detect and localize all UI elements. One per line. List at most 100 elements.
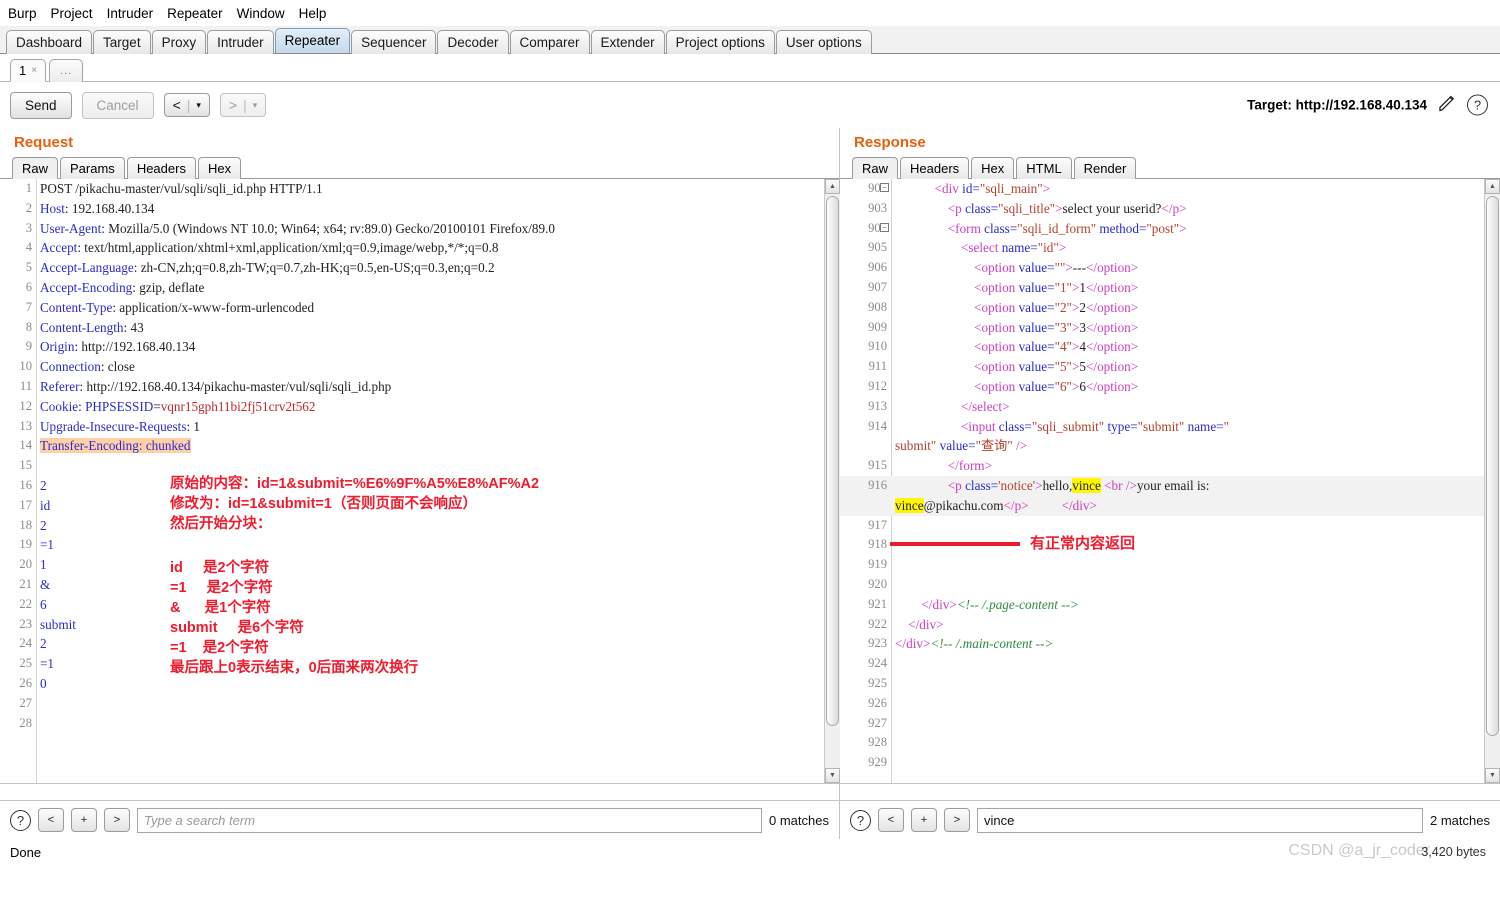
line-number: 25 [19,656,32,671]
help-icon[interactable]: ? [1467,94,1488,116]
go-back-button[interactable]: < | ▾ [163,93,210,117]
code-line: 21 & [0,575,824,595]
code-line: 14 Transfer-Encoding: chunked [0,436,824,456]
line-number: 921 [868,596,887,611]
menu-item-repeater[interactable]: Repeater [167,6,223,21]
close-icon[interactable]: × [31,60,37,82]
add-repeater-tab-button[interactable]: ... [49,59,84,82]
request-search-input[interactable] [137,807,763,833]
line-number: 923 [868,636,887,651]
chevron-down-icon[interactable]: ▾ [196,100,201,111]
main-tab-target[interactable]: Target [93,30,151,54]
code-token: </div> [921,596,957,612]
help-icon[interactable]: ? [850,809,871,831]
code-token: @pikachu.com [923,497,1004,513]
find-next-button[interactable]: > [944,808,970,832]
code-line: 2 Host: 192.168.40.134 [0,199,824,219]
repeater-tab-1[interactable]: 1 × [10,59,47,82]
code-token: class= [965,477,999,493]
request-tab-hex[interactable]: Hex [197,157,242,179]
code-token: <p [947,200,966,216]
scroll-down-icon[interactable]: ▼ [825,768,840,783]
line-number: 906 [868,260,887,275]
response-tab-headers[interactable]: Headers [900,157,970,179]
response-code[interactable]: 902− <div id="sqli_main"> 903 <p class="s… [840,179,1484,783]
help-icon[interactable]: ? [10,809,31,831]
find-prev-button[interactable]: < [878,808,904,832]
code-token: </option> [1085,378,1139,394]
code-token: > [1179,220,1187,236]
code-token: Accept-Language [40,260,134,276]
code-line: 6 Accept-Encoding: gzip, deflate [0,278,824,298]
response-tab-render[interactable]: Render [1073,157,1137,179]
find-add-button[interactable]: + [71,808,97,832]
code-token: : 192.168.40.134 [64,200,155,216]
annotation-text: id 是2个字符 [170,560,270,576]
response-tab-html[interactable]: HTML [1016,157,1072,179]
menu-item-burp[interactable]: Burp [8,6,37,21]
code-line: 8 Content-Length: 43 [0,318,824,338]
scroll-down-icon[interactable]: ▼ [1485,768,1500,783]
code-line: 9 Origin: http://192.168.40.134 [0,337,824,357]
code-line: 917 [840,516,1484,536]
main-tab-intruder[interactable]: Intruder [207,30,274,54]
code-token: "1" [1054,279,1072,295]
code-token: "" [1054,260,1066,276]
response-search-input[interactable] [977,807,1424,833]
main-tab-extender[interactable]: Extender [590,30,665,54]
code-token: > [1035,477,1043,493]
menu-item-intruder[interactable]: Intruder [107,6,154,21]
line-number: 5 [25,260,32,275]
response-tab-raw[interactable]: Raw [852,157,899,179]
response-editor[interactable]: 902− <div id="sqli_main"> 903 <p class="s… [840,179,1500,784]
request-editor[interactable]: 1 POST /pikachu-master/vul/sqli/sqli_id.p… [0,179,840,784]
code-token: <option [974,339,1019,355]
main-tab-dashboard[interactable]: Dashboard [6,30,93,54]
main-tab-user-options[interactable]: User options [775,30,872,54]
code-token: <!-- /.page-content --> [956,596,1079,612]
annotation-text: 然后开始分块： [170,516,272,532]
scroll-up-icon[interactable]: ▲ [1485,179,1500,194]
line-number: 908 [868,299,887,314]
main-tab-project-options[interactable]: Project options [665,30,775,54]
menu-item-window[interactable]: Window [237,6,285,21]
line-number: 10 [19,359,32,374]
request-tab-raw[interactable]: Raw [12,157,59,179]
code-token: hello, [1042,477,1073,493]
line-number: 911 [868,359,887,374]
request-scrollbar[interactable]: ▲ ▼ [824,179,840,783]
scroll-up-icon[interactable]: ▲ [825,179,840,194]
code-line: 924 [840,654,1484,674]
request-tab-params[interactable]: Params [60,157,125,179]
scroll-thumb[interactable] [1486,196,1499,736]
main-tab-decoder[interactable]: Decoder [437,30,509,54]
request-tab-headers[interactable]: Headers [126,157,196,179]
main-tab-repeater[interactable]: Repeater [274,28,351,53]
response-tab-hex[interactable]: Hex [971,157,1015,179]
fold-toggle-icon[interactable]: − [880,222,889,232]
main-tab-sequencer[interactable]: Sequencer [351,30,437,54]
fold-toggle-icon[interactable]: − [880,183,889,192]
code-token: <p [947,477,966,493]
find-add-button[interactable]: + [911,808,937,832]
menu-item-project[interactable]: Project [51,6,93,21]
code-token: : Mozilla/5.0 (Windows NT 10.0; Win64; x… [101,220,556,236]
code-token: 2 [40,517,47,533]
code-line: 919 [840,555,1484,575]
code-line: submit" value="查询" /> [840,436,1484,456]
code-token: : zh-CN,zh;q=0.8,zh-TW;q=0.7,zh-HK;q=0.5… [133,260,495,276]
main-tab-proxy[interactable]: Proxy [151,30,207,54]
main-tab-comparer[interactable]: Comparer [509,30,590,54]
menu-item-help[interactable]: Help [299,6,327,21]
response-find-bar: ? < + > 2 matches [840,801,1500,839]
code-token: <option [974,260,1019,276]
code-token: vince [895,497,924,513]
send-button[interactable]: Send [10,91,72,119]
find-next-button[interactable]: > [104,808,130,832]
scroll-thumb[interactable] [826,196,839,726]
pencil-icon[interactable] [1437,94,1457,117]
response-scrollbar[interactable]: ▲ ▼ [1484,179,1500,783]
find-prev-button[interactable]: < [38,808,64,832]
